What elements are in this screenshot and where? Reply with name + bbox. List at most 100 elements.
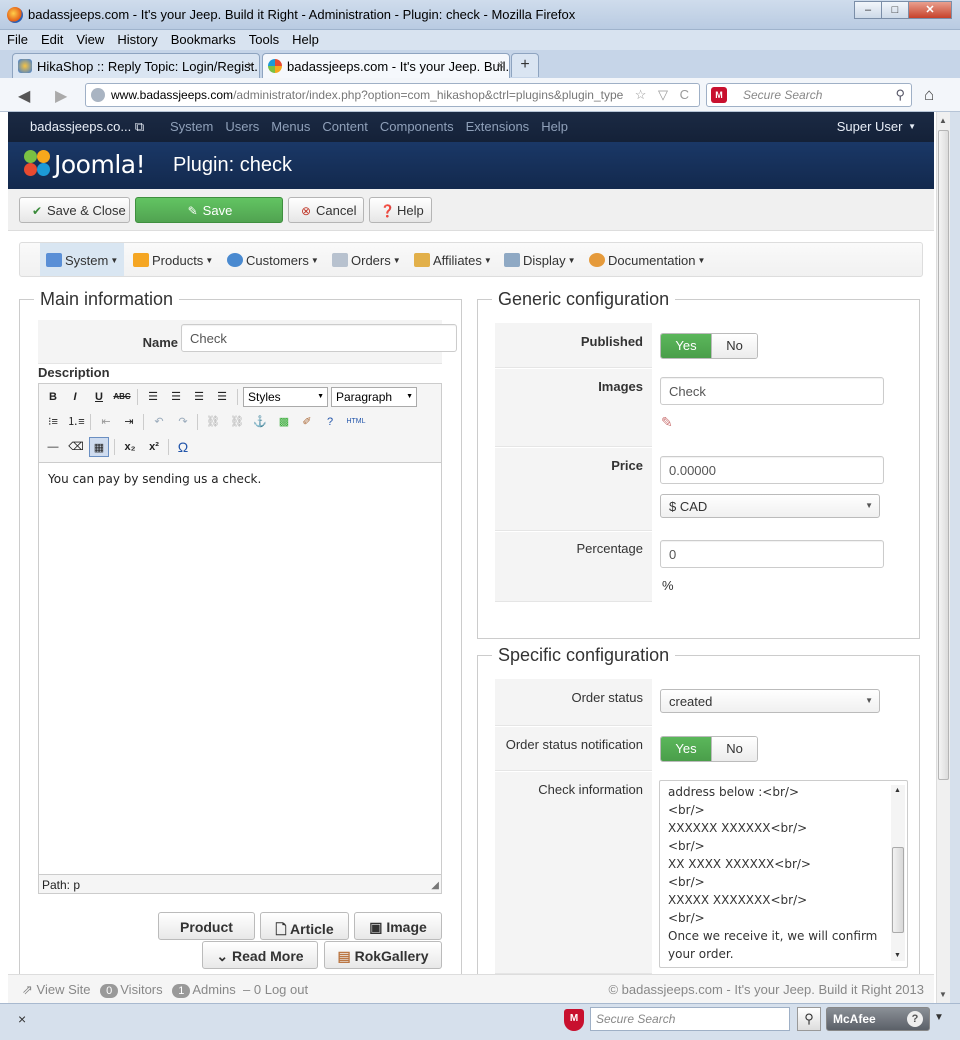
menu-bookmarks[interactable]: Bookmarks — [164, 30, 242, 47]
align-right-icon[interactable]: ☰ — [189, 387, 209, 407]
site-link[interactable]: badassjeeps.co... ⧉ — [30, 119, 144, 135]
mcafee-shield-icon[interactable]: M — [564, 1009, 584, 1031]
align-left-icon[interactable]: ☰ — [143, 387, 163, 407]
close-tab-icon[interactable]: × — [247, 58, 254, 72]
hika-menu-display[interactable]: Display ▼ — [498, 243, 582, 276]
admin-menu-menus[interactable]: Menus — [271, 119, 310, 134]
undo-icon[interactable]: ↶ — [149, 412, 169, 432]
new-tab-button[interactable]: + — [511, 53, 539, 77]
textarea-scroll-thumb[interactable] — [892, 847, 904, 933]
percentage-input[interactable]: 0 — [660, 540, 884, 568]
notification-no-button[interactable]: No — [711, 737, 757, 761]
link-icon[interactable]: ⛓ — [203, 412, 223, 432]
mcafee-help-icon[interactable]: ? — [907, 1011, 923, 1027]
hika-menu-affiliates[interactable]: Affiliates ▼ — [408, 243, 498, 276]
format-select[interactable]: Paragraph — [331, 387, 417, 407]
published-no-button[interactable]: No — [711, 334, 757, 358]
mcafee-button[interactable]: McAfee? — [826, 1007, 930, 1031]
insert-article-button[interactable]: 🗋 Article — [260, 912, 349, 940]
url-bar-icons[interactable]: ☆ ▽ C — [635, 87, 693, 103]
currency-select[interactable]: $ CAD — [660, 494, 880, 518]
editor-content-area[interactable]: You can pay by sending us a check. — [39, 462, 441, 875]
hika-menu-customers[interactable]: Customers ▼ — [221, 243, 325, 276]
admin-menu-help[interactable]: Help — [541, 119, 568, 134]
scroll-down-icon[interactable]: ▼ — [894, 952, 901, 959]
indent-icon[interactable]: ⇥ — [119, 412, 139, 432]
menu-history[interactable]: History — [110, 30, 163, 47]
align-center-icon[interactable]: ☰ — [166, 387, 186, 407]
menu-tools[interactable]: Tools — [242, 30, 285, 47]
image-icon[interactable]: ▩ — [274, 412, 294, 432]
numbered-list-icon[interactable]: ⒈≡ — [66, 412, 86, 432]
admin-menu-system[interactable]: System — [170, 119, 213, 134]
styles-select[interactable]: Styles — [243, 387, 328, 407]
eraser-icon[interactable]: ⌫ — [66, 437, 86, 457]
insert-product-button[interactable]: Product — [158, 912, 255, 940]
hika-menu-documentation[interactable]: Documentation ▼ — [583, 243, 711, 276]
unlink-icon[interactable]: ⛓ — [227, 412, 247, 432]
user-menu[interactable]: Super User ▼ — [837, 119, 916, 134]
html-icon[interactable]: HTML — [343, 412, 369, 432]
admin-menu-extensions[interactable]: Extensions — [466, 119, 530, 134]
scroll-up-icon[interactable]: ▲ — [894, 787, 901, 794]
hika-menu-system[interactable]: System ▼ — [40, 243, 125, 276]
cleanup-icon[interactable]: ✐ — [297, 412, 317, 432]
dropdown-arrow-icon[interactable]: ▼ — [934, 1012, 944, 1023]
bullet-list-icon[interactable]: ⁝≡ — [43, 412, 63, 432]
view-site-link[interactable]: ⇗ View Site — [22, 982, 91, 997]
redo-icon[interactable]: ↷ — [173, 412, 193, 432]
save-button[interactable]: ✎ Save — [135, 197, 283, 223]
align-justify-icon[interactable]: ☰ — [212, 387, 232, 407]
close-window-button[interactable]: ✕ — [908, 1, 952, 19]
visual-aid-icon[interactable]: ▦ — [89, 437, 109, 457]
search-go-icon[interactable]: ⚲ — [797, 1007, 821, 1031]
scroll-up-icon[interactable]: ▲ — [939, 116, 947, 125]
help-icon[interactable]: ? — [320, 412, 340, 432]
forward-icon[interactable]: ▶ — [55, 86, 67, 106]
price-input[interactable]: 0.00000 — [660, 456, 884, 484]
search-icon[interactable]: ⚲ — [895, 87, 905, 103]
menu-view[interactable]: View — [69, 30, 110, 47]
horizontal-rule-icon[interactable]: — — [43, 437, 63, 457]
superscript-icon[interactable]: x² — [144, 437, 164, 457]
resize-handle-icon[interactable]: ◢ — [431, 880, 439, 891]
menu-edit[interactable]: Edit — [34, 30, 69, 47]
admin-menu-users[interactable]: Users — [225, 119, 259, 134]
minimize-button[interactable]: ‒ — [854, 1, 882, 19]
help-button[interactable]: ❓ Help — [369, 197, 432, 223]
back-icon[interactable]: ◀ — [18, 86, 30, 106]
menu-help[interactable]: Help — [285, 30, 325, 47]
check-info-textarea[interactable]: address below :<br/> <br/> XXXXXX XXXXXX… — [659, 780, 908, 968]
admin-menu-content[interactable]: Content — [322, 119, 368, 134]
rokgallery-button[interactable]: ▤ RokGallery — [324, 941, 442, 969]
cancel-button[interactable]: ⊗ Cancel — [288, 197, 364, 223]
tab-hikashop[interactable]: HikaShop :: Reply Topic: Login/Regist...… — [12, 53, 260, 78]
outdent-icon[interactable]: ⇤ — [96, 412, 116, 432]
textarea-scrollbar[interactable]: ▲ ▼ — [891, 785, 905, 961]
anchor-icon[interactable]: ⚓ — [250, 412, 270, 432]
maximize-button[interactable]: □ — [881, 1, 909, 19]
read-more-button[interactable]: ⌄ Read More — [202, 941, 318, 969]
italic-icon[interactable]: I — [65, 387, 85, 407]
secure-search-input[interactable]: Secure Search — [590, 1007, 790, 1031]
underline-icon[interactable]: U — [89, 387, 109, 407]
menu-file[interactable]: File — [0, 30, 34, 47]
order-status-select[interactable]: created — [660, 689, 880, 713]
scroll-down-icon[interactable]: ▼ — [939, 990, 947, 999]
images-input[interactable]: Check — [660, 377, 884, 405]
special-character-icon[interactable]: Ω — [173, 437, 193, 457]
url-bar[interactable]: www.badassjeeps.com/administrator/index.… — [85, 83, 700, 107]
published-yes-button[interactable]: Yes — [661, 334, 711, 358]
name-input[interactable]: Check — [181, 324, 457, 352]
close-addon-bar-icon[interactable]: × — [18, 1011, 26, 1027]
close-tab-icon[interactable]: × — [497, 58, 504, 72]
edit-image-icon[interactable]: ✎ — [661, 414, 673, 431]
save-close-button[interactable]: ✔ Save & Close — [19, 197, 130, 223]
notification-yes-button[interactable]: Yes — [661, 737, 711, 761]
admin-menu-components[interactable]: Components — [380, 119, 454, 134]
hika-menu-products[interactable]: Products ▼ — [127, 243, 219, 276]
browser-search-box[interactable]: M Secure Search ⚲ — [706, 83, 912, 107]
page-scrollbar[interactable]: ▲ ▼ — [936, 112, 950, 1003]
bold-icon[interactable]: B — [43, 387, 63, 407]
logout-link[interactable]: – 0 Log out — [239, 982, 308, 997]
